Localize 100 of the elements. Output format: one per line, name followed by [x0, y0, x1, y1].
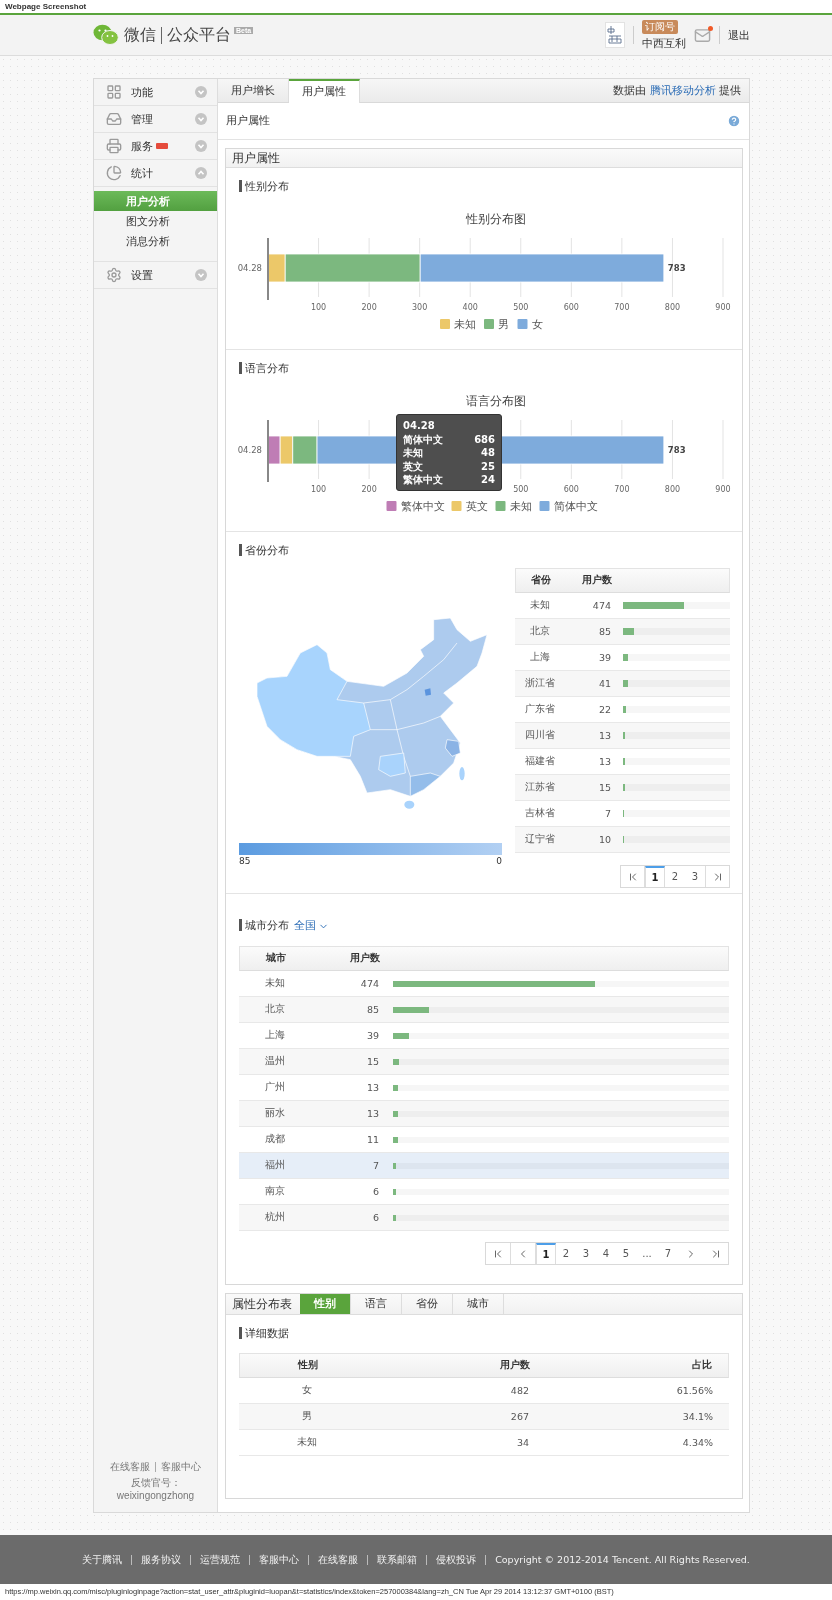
sidebar-item[interactable]: 管理	[94, 106, 217, 133]
tick-label: 100	[310, 303, 327, 312]
table-row[interactable]: 温州 15	[239, 1049, 729, 1075]
table-cell-text: 北京	[264, 1002, 286, 1016]
page-button[interactable]: 5	[616, 1243, 636, 1264]
table-cell-text: 13	[597, 755, 611, 769]
copyright-text: Copyright © 2012-2014 Tencent. All Rights Reserved.	[485, 1554, 759, 1565]
column-header: 占比	[691, 1358, 713, 1372]
section-title: 性别分布	[239, 180, 289, 192]
logout-link[interactable]: 退出	[728, 27, 750, 43]
expand-icon[interactable]	[195, 269, 207, 281]
chart-title: 性别分布图	[465, 212, 526, 226]
scope-dropdown[interactable]: 全国	[294, 919, 329, 933]
table-cell-text: 474	[591, 599, 611, 613]
expand-icon[interactable]	[195, 113, 207, 125]
table-cell-text: 39	[597, 651, 611, 665]
footer-link[interactable]: 联系邮箱	[367, 1554, 427, 1565]
collapse-icon[interactable]	[195, 167, 207, 179]
page-button[interactable]: 1	[645, 866, 665, 887]
page-button[interactable]: 2	[665, 866, 685, 887]
legend-swatch	[386, 501, 397, 511]
help-link[interactable]: 在线客服	[110, 1460, 150, 1474]
column-header: 省份	[530, 573, 552, 587]
footer-link[interactable]: 服务协议	[131, 1554, 191, 1565]
page-button[interactable]: 3	[576, 1243, 596, 1264]
table-cell-text: 北京	[529, 624, 551, 638]
tab[interactable]: 省份	[402, 1294, 453, 1314]
page-button[interactable]: 4	[596, 1243, 616, 1264]
table-cell-text: 女	[300, 1383, 313, 1397]
table-cell-text: 上海	[264, 1028, 286, 1042]
footer-link[interactable]: 客服中心	[249, 1554, 309, 1565]
sidebar-item-icon	[106, 267, 122, 283]
sidebar-item-icon	[106, 84, 122, 100]
footer-link[interactable]: 运营规范	[190, 1554, 250, 1565]
table-cell-text: 杭州	[264, 1210, 286, 1224]
table-row[interactable]: 北京 85	[239, 997, 729, 1023]
sidebar-item[interactable]: 设置	[94, 262, 217, 289]
table-cell-text: 吉林省	[524, 806, 556, 820]
legend-label: 未知	[454, 318, 476, 330]
tab[interactable]: 城市	[453, 1294, 504, 1314]
section-title: 语言分布	[239, 362, 289, 374]
page-button[interactable]: 1	[536, 1243, 556, 1264]
table-cell-text: 福州	[264, 1158, 286, 1172]
tick-label: 100	[310, 485, 327, 494]
provider-link[interactable]: 腾讯移动分析	[649, 83, 716, 96]
expand-icon[interactable]	[195, 140, 207, 152]
table-cell-text: 未知	[295, 1435, 318, 1449]
table-cell-text: 13	[365, 1081, 379, 1095]
table-cell-text: 39	[365, 1029, 379, 1043]
table-row[interactable]: 杭州 6	[239, 1205, 729, 1231]
tab[interactable]: 用户属性	[289, 79, 360, 103]
mail-icon[interactable]	[694, 26, 711, 44]
account-name: 中西互利	[642, 35, 686, 51]
tooltip-label: 英文	[403, 459, 423, 473]
table-cell-text: 福建省	[524, 754, 556, 768]
sidebar-item[interactable]: 统计	[94, 160, 217, 187]
sidebar-item[interactable]: 功能	[94, 79, 217, 106]
sidebar-subitem[interactable]: 图文分析	[94, 211, 217, 231]
table-cell-text: 丽水	[264, 1106, 286, 1120]
chart-title: 语言分布图	[465, 394, 526, 408]
table-cell-text: 上海	[529, 650, 551, 664]
category-label: 04.28	[237, 263, 262, 273]
legend-label: 未知	[509, 500, 532, 512]
table-cell-text: 6	[371, 1185, 379, 1199]
feedback-text: 反馈官号：weixingongzhong	[115, 1476, 196, 1502]
table-cell-text: 474	[359, 977, 379, 991]
total-label: 783	[667, 263, 686, 273]
page-button[interactable]: 2	[556, 1243, 576, 1264]
page-button[interactable]: 3	[685, 866, 705, 887]
table-row[interactable]: 丽水 13	[239, 1101, 729, 1127]
tick-label: 200	[361, 303, 377, 312]
footer-link[interactable]: 在线客服	[308, 1554, 368, 1565]
tab[interactable]: 语言	[351, 1294, 402, 1314]
page-title: 用户属性	[226, 114, 270, 128]
sidebar-item[interactable]: 服务	[94, 133, 217, 160]
tooltip-value: 25	[481, 459, 495, 473]
ellipsis-button[interactable]: ...	[636, 1243, 658, 1264]
expand-icon[interactable]	[195, 86, 207, 98]
tick-label: 900	[715, 303, 731, 312]
table-cell-text: 15	[365, 1055, 379, 1069]
footer-link[interactable]: 侵权投诉	[426, 1554, 486, 1565]
sidebar-item-icon	[106, 165, 122, 181]
help-icon[interactable]	[727, 114, 741, 128]
table-cell-text: 34	[515, 1436, 530, 1450]
table-cell-text: 浙江省	[524, 676, 556, 690]
legend-label: 英文	[465, 500, 488, 512]
sidebar-subitem[interactable]: 消息分析	[94, 231, 217, 251]
table-row[interactable]: 福州 7	[239, 1153, 729, 1179]
tooltip-title: 04.28	[403, 419, 435, 433]
total-label: 783	[667, 445, 686, 455]
chat-bubbles-logo-icon	[93, 24, 119, 46]
help-link[interactable]: 客服中心	[161, 1460, 201, 1474]
table-cell-text: 辽宁省	[524, 832, 556, 846]
table-cell-text: 未知	[529, 598, 551, 612]
footer-link[interactable]: 关于腾讯	[73, 1554, 132, 1565]
account-logo-icon	[605, 22, 625, 48]
page-button[interactable]: 7	[658, 1243, 678, 1264]
column-header: 用户数	[581, 573, 612, 587]
table-cell-text: 41	[597, 677, 611, 691]
sidebar-item-icon	[106, 111, 122, 127]
